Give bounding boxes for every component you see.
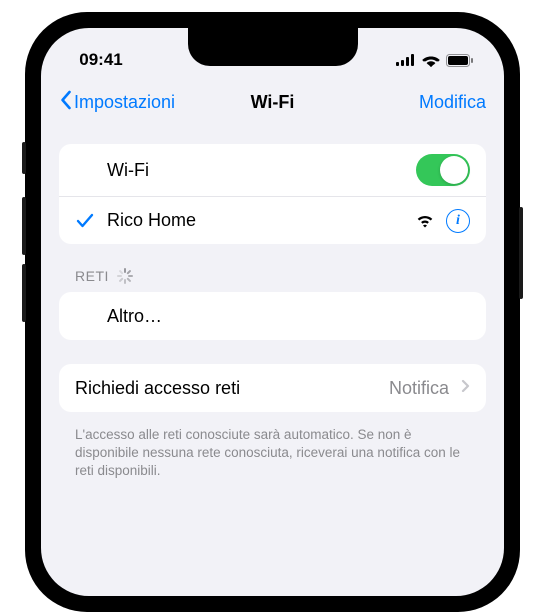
edit-button[interactable]: Modifica — [419, 92, 486, 113]
wifi-status-icon — [422, 54, 440, 67]
ask-footer: L'accesso alle reti conosciute sarà auto… — [59, 418, 486, 481]
connected-network-row[interactable]: Rico Home i — [59, 196, 486, 244]
networks-header-label: Reti — [75, 268, 109, 284]
ask-value: Notifica — [389, 378, 449, 399]
mute-switch — [22, 142, 26, 174]
back-button[interactable]: Impostazioni — [59, 90, 175, 115]
wifi-toggle[interactable] — [416, 154, 470, 186]
connected-network-name: Rico Home — [107, 210, 404, 231]
checkmark-icon — [75, 213, 95, 229]
other-label: Altro… — [107, 306, 470, 327]
cellular-icon — [396, 54, 416, 66]
content: Wi-Fi Rico Home i Reti — [41, 126, 504, 481]
page-title: Wi-Fi — [251, 92, 295, 113]
info-button[interactable]: i — [446, 209, 470, 233]
notch — [188, 28, 358, 66]
networks-group: Altro… — [59, 292, 486, 340]
back-label: Impostazioni — [74, 92, 175, 113]
nav-bar: Impostazioni Wi-Fi Modifica — [41, 78, 504, 126]
power-button — [519, 207, 523, 299]
spinner-icon — [117, 268, 133, 284]
ask-label: Richiedi accesso reti — [75, 378, 377, 399]
battery-icon — [446, 54, 474, 67]
other-network-row[interactable]: Altro… — [59, 292, 486, 340]
chevron-right-icon — [461, 379, 470, 398]
wifi-label: Wi-Fi — [107, 160, 404, 181]
ask-group: Richiedi accesso reti Notifica — [59, 364, 486, 412]
wifi-group: Wi-Fi Rico Home i — [59, 144, 486, 244]
phone-frame: 09:41 Impostazioni Wi-Fi — [25, 12, 520, 612]
status-indicators — [396, 54, 474, 67]
wifi-toggle-row: Wi-Fi — [59, 144, 486, 196]
screen: 09:41 Impostazioni Wi-Fi — [41, 28, 504, 596]
volume-down — [22, 264, 26, 322]
ask-to-join-row[interactable]: Richiedi accesso reti Notifica — [59, 364, 486, 412]
wifi-signal-icon — [416, 214, 434, 228]
status-time: 09:41 — [71, 50, 131, 70]
chevron-left-icon — [59, 90, 72, 115]
networks-header: Reti — [59, 268, 486, 292]
volume-up — [22, 197, 26, 255]
